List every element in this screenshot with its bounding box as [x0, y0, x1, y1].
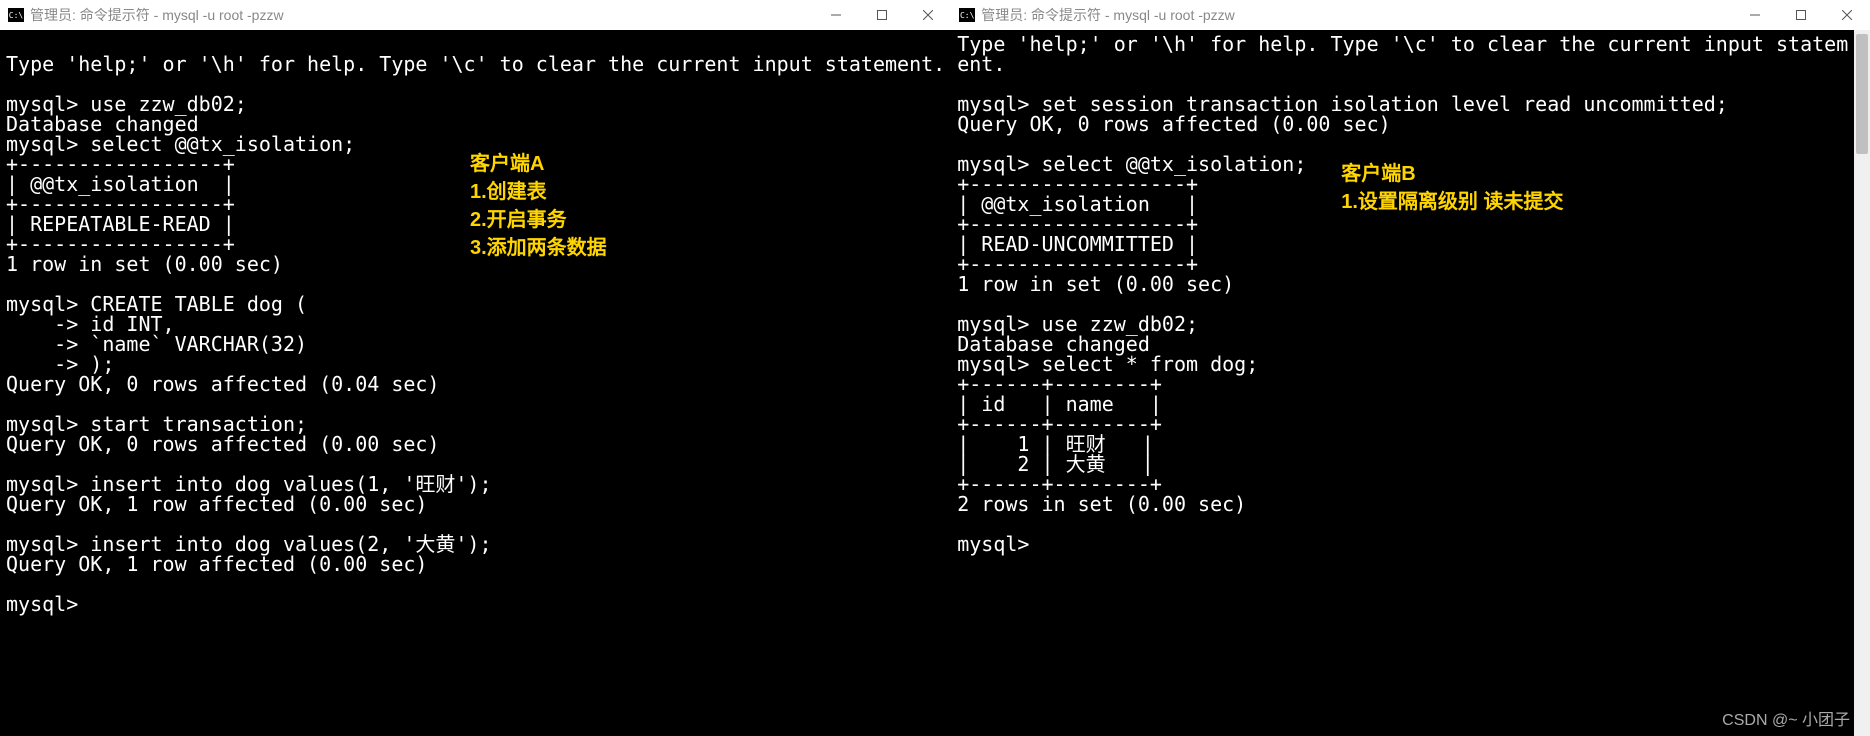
- terminal-window-b: C:\ 管理员: 命令提示符 - mysql -u root -pzzw Typ…: [951, 0, 1870, 736]
- terminal-window-a: C:\ 管理员: 命令提示符 - mysql -u root -pzzw Typ…: [0, 0, 951, 736]
- titlebar-b[interactable]: C:\ 管理员: 命令提示符 - mysql -u root -pzzw: [951, 0, 1870, 30]
- annotation-a: 客户端A 1.创建表 2.开启事务 3.添加两条数据: [470, 150, 607, 262]
- titlebar-a[interactable]: C:\ 管理员: 命令提示符 - mysql -u root -pzzw: [0, 0, 951, 30]
- scrollbar-thumb[interactable]: [1856, 34, 1868, 154]
- cmd-icon: C:\: [8, 8, 24, 22]
- minimize-button[interactable]: [813, 0, 859, 30]
- window-title-b: 管理员: 命令提示符 - mysql -u root -pzzw: [981, 5, 1732, 25]
- close-button[interactable]: [1824, 0, 1870, 30]
- terminal-output-b[interactable]: Type 'help;' or '\h' for help. Type '\c'…: [951, 30, 1870, 736]
- maximize-button[interactable]: [1778, 0, 1824, 30]
- maximize-button[interactable]: [859, 0, 905, 30]
- cmd-icon: C:\: [959, 8, 975, 22]
- scrollbar-b[interactable]: [1854, 30, 1870, 736]
- window-title-a: 管理员: 命令提示符 - mysql -u root -pzzw: [30, 5, 813, 25]
- watermark: CSDN @~ 小团子: [1722, 706, 1850, 730]
- close-button[interactable]: [905, 0, 951, 30]
- window-controls-b: [1732, 0, 1870, 30]
- minimize-button[interactable]: [1732, 0, 1778, 30]
- window-controls-a: [813, 0, 951, 30]
- annotation-b: 客户端B 1.设置隔离级别 读未提交: [1341, 160, 1563, 216]
- terminal-output-a[interactable]: Type 'help;' or '\h' for help. Type '\c'…: [0, 30, 951, 736]
